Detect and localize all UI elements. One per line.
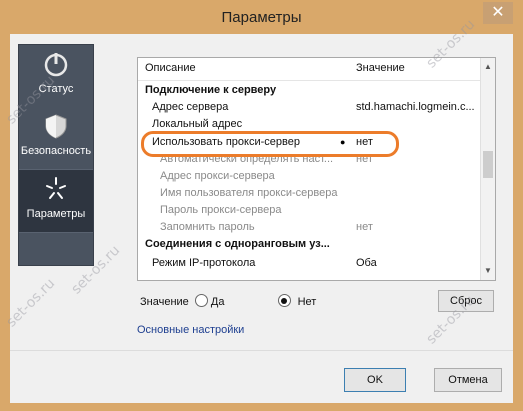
grid-row[interactable]: Имя пользователя прокси-сервера	[138, 185, 480, 202]
sidebar-item-label: Статус	[38, 83, 74, 95]
value-editor: Значение Да Нет	[140, 292, 316, 312]
sidebar-item-label: Параметры	[26, 208, 86, 220]
grid-row[interactable]: Запомнить пароль нет	[138, 219, 480, 236]
grid-row[interactable]: Адрес сервера std.hamachi.logmein.c...	[138, 99, 480, 116]
row-description: Соединения с одноранговым уз...	[145, 238, 330, 250]
cancel-button[interactable]: Отмена	[434, 368, 502, 392]
value-label: Значение	[140, 296, 189, 308]
grid-row[interactable]: Режим IP-протокола Оба	[138, 255, 480, 272]
row-description: Подключение к серверу	[145, 84, 277, 96]
column-header-description[interactable]: Описание	[145, 62, 196, 74]
basic-settings-link[interactable]: Основные настройки	[137, 324, 244, 336]
row-description: Имя пользователя прокси-сервера	[160, 187, 338, 199]
grid-scrollbar[interactable]: ▲ ▼	[480, 58, 495, 280]
row-description: Адрес сервера	[152, 101, 229, 113]
title-bar: Параметры ✕	[0, 0, 523, 34]
row-value: Оба	[356, 257, 377, 269]
radio-no[interactable]	[277, 294, 291, 307]
dialog-body: Статус Безопасность Параметры Описание З…	[10, 34, 513, 403]
row-description: Пароль прокси-сервера	[160, 204, 282, 216]
divider	[10, 350, 513, 351]
radio-yes-label[interactable]: Да	[211, 296, 225, 308]
grid-row[interactable]: Пароль прокси-сервера	[138, 202, 480, 219]
settings-grid: Описание Значение Подключение к серверу …	[137, 57, 496, 281]
column-header-value[interactable]: Значение	[356, 62, 405, 74]
row-description: Адрес прокси-сервера	[160, 170, 275, 182]
sidebar-item-label: Безопасность	[20, 145, 92, 157]
sidebar-item-status[interactable]: Статус	[19, 45, 93, 107]
row-description: Запомнить пароль	[160, 221, 255, 233]
grid-row[interactable]: Адрес прокси-сервера	[138, 168, 480, 185]
grid-row-section[interactable]: Подключение к серверу	[138, 82, 480, 99]
close-button[interactable]: ✕	[483, 2, 513, 24]
radio-no-label[interactable]: Нет	[298, 296, 317, 308]
row-value: нет	[356, 221, 373, 233]
shield-icon	[45, 114, 67, 139]
grid-header: Описание Значение	[138, 58, 480, 81]
proxy-row-highlight	[141, 131, 399, 157]
scroll-up-icon[interactable]: ▲	[481, 60, 495, 74]
settings-spark-icon	[46, 177, 66, 199]
scroll-thumb[interactable]	[483, 151, 493, 178]
sidebar-item-settings[interactable]: Параметры	[19, 169, 93, 233]
settings-window: Параметры ✕ Статус Безопасность Параметр…	[0, 0, 523, 411]
grid-row-section[interactable]: Соединения с одноранговым уз...	[138, 236, 480, 253]
window-title: Параметры	[221, 9, 302, 26]
sidebar: Статус Безопасность Параметры	[18, 44, 94, 266]
close-icon: ✕	[491, 4, 505, 21]
sidebar-item-security[interactable]: Безопасность	[19, 107, 93, 169]
row-value: std.hamachi.logmein.c...	[356, 101, 474, 113]
power-icon	[44, 53, 68, 77]
reset-button[interactable]: Сброс	[438, 290, 494, 312]
radio-yes[interactable]	[194, 294, 208, 307]
scroll-down-icon[interactable]: ▼	[481, 264, 495, 278]
ok-button[interactable]: OK	[344, 368, 406, 392]
row-description: Режим IP-протокола	[152, 257, 256, 269]
